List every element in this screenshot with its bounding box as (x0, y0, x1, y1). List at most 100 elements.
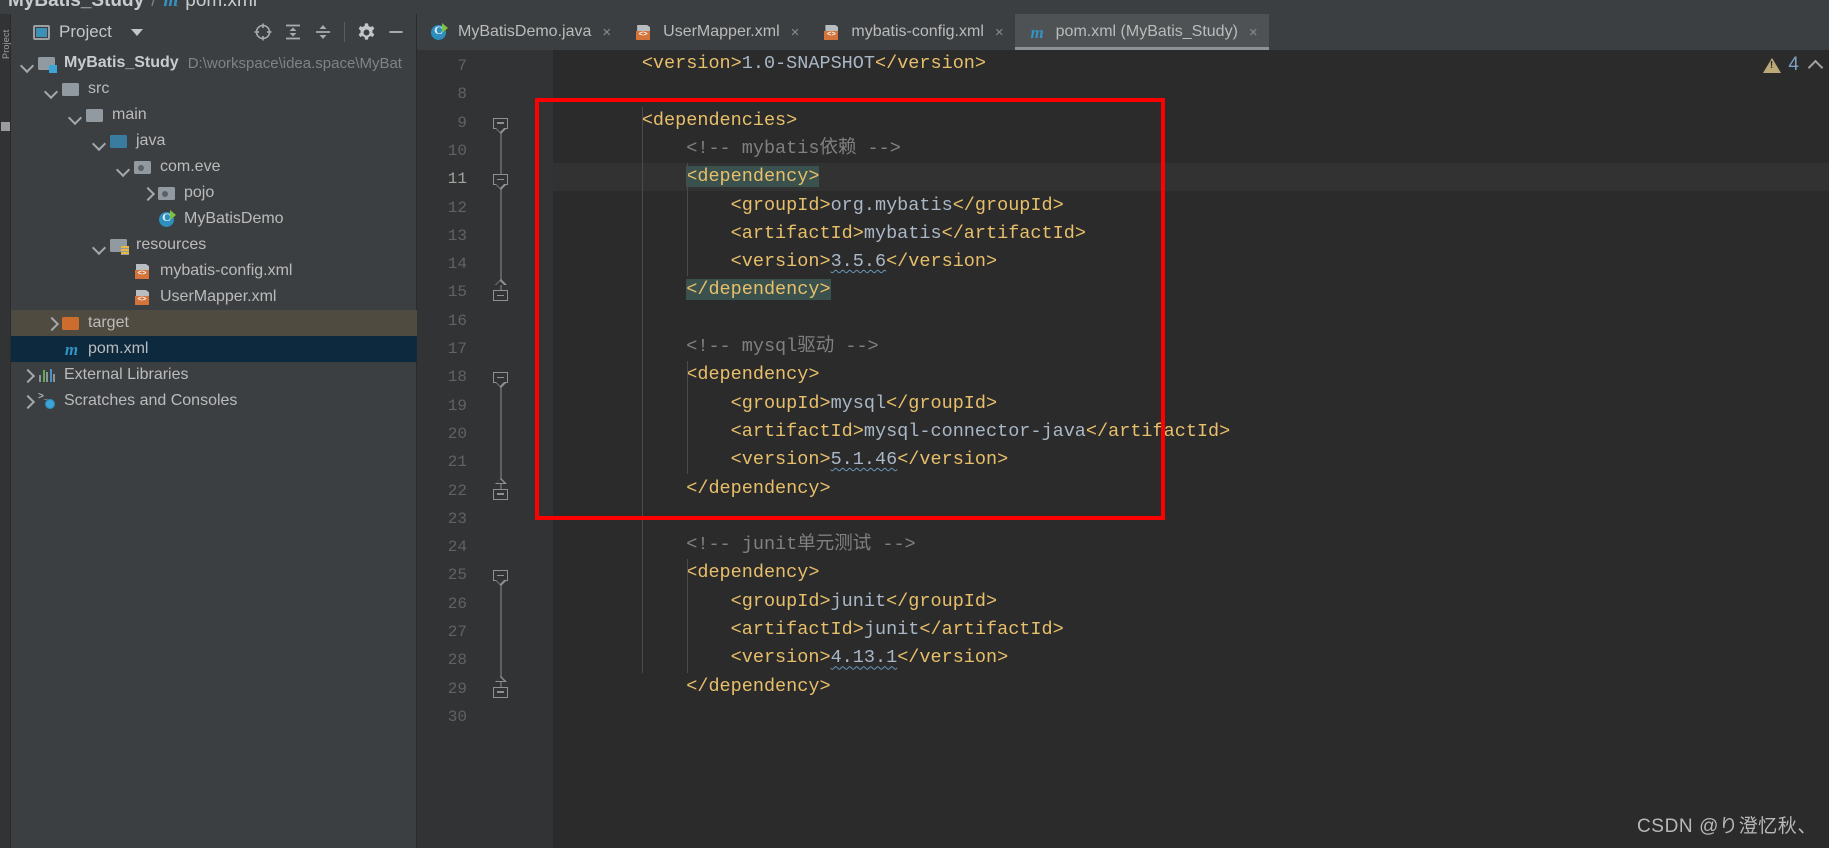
toolbar-divider (344, 22, 345, 42)
chevron-right-icon[interactable] (20, 368, 35, 383)
tree-node-src[interactable]: src (11, 76, 417, 102)
editor-tab-mybatis-config-xml[interactable]: mybatis-config.xml × (810, 14, 1014, 50)
folder-gray-icon (85, 107, 105, 124)
close-icon[interactable]: × (791, 25, 800, 40)
code-line[interactable]: <dependency> (553, 163, 1829, 192)
tree-node-scratches-and-consoles[interactable]: Scratches and Consoles (11, 388, 417, 414)
code-token: mybatis (863, 222, 942, 244)
fold-down-icon[interactable] (493, 174, 509, 191)
code-line[interactable]: <artifactId>mybatis</artifactId> (553, 220, 1829, 248)
close-icon[interactable]: × (602, 25, 611, 40)
select-opened-file-icon[interactable] (248, 17, 278, 47)
tree-node-main[interactable]: main (11, 102, 417, 128)
line-number: 9 (457, 113, 467, 132)
settings-gear-icon[interactable] (351, 17, 381, 47)
chevron-right-icon[interactable] (140, 186, 155, 201)
code-line[interactable]: <groupId>org.mybatis</groupId> (553, 192, 1829, 220)
tree-node-external-libraries[interactable]: External Libraries (11, 362, 417, 388)
code-line[interactable]: <version>3.5.6</version> (553, 248, 1829, 276)
code-line[interactable]: <!-- mybatis依赖 --> (553, 135, 1829, 163)
fold-down-icon[interactable] (493, 372, 509, 389)
code-line[interactable]: <artifactId>mysql-connector-java</artifa… (553, 418, 1829, 446)
tree-node-target[interactable]: target (11, 310, 417, 336)
code-line[interactable]: <!-- mysql驱动 --> (553, 333, 1829, 361)
breadcrumb-file[interactable]: pom.xml (185, 0, 257, 12)
code-line[interactable]: <groupId>mysql</groupId> (553, 390, 1829, 418)
code-line[interactable]: <version>1.0-SNAPSHOT</version> (553, 50, 1829, 78)
code-line[interactable]: <version>4.13.1</version> (553, 644, 1829, 672)
line-number: 10 (447, 141, 467, 160)
project-tool-window: Project MyBatis_Study D:\workspace\idea.… (11, 14, 417, 848)
tree-node-pom-xml[interactable]: m pom.xml (11, 336, 417, 362)
code-line[interactable] (553, 701, 1829, 729)
code-line[interactable]: </dependency> (553, 276, 1829, 304)
fold-down-icon[interactable] (493, 117, 509, 134)
editor-tab-pom-xml-mybatis-study[interactable]: m pom.xml (MyBatis_Study) × (1014, 14, 1269, 50)
line-number: 25 (447, 566, 467, 585)
project-window-icon (33, 24, 50, 40)
expand-all-icon[interactable] (278, 17, 308, 47)
code-line[interactable]: </dependency> (553, 475, 1829, 503)
code-token: </dependency> (686, 675, 831, 697)
fold-up-icon[interactable] (493, 477, 509, 500)
tree-node-usermapper-xml[interactable]: UserMapper.xml (11, 284, 417, 310)
editor-tab-label: UserMapper.xml (663, 23, 780, 40)
tree-node-label: pom.xml (88, 340, 149, 357)
project-toolbar: Project (11, 14, 417, 50)
tree-node-java[interactable]: java (11, 128, 417, 154)
close-icon[interactable]: × (1249, 25, 1258, 40)
chevron-up-icon[interactable] (1807, 59, 1824, 75)
tree-node-com-eve[interactable]: com.eve (11, 154, 417, 180)
chevron-right-icon[interactable] (44, 316, 59, 331)
code-line[interactable]: <artifactId>junit</artifactId> (553, 616, 1829, 644)
code-line[interactable] (553, 305, 1829, 333)
fold-up-icon[interactable] (493, 279, 509, 302)
breadcrumb-project[interactable]: MyBatis_Study (8, 0, 144, 12)
xml-file-icon (133, 263, 153, 280)
tool-window-rail: Project (0, 14, 11, 848)
tree-node-mybatisdemo[interactable]: MyBatisDemo (11, 206, 417, 232)
code-line[interactable]: <dependency> (553, 361, 1829, 389)
tree-node-pojo[interactable]: pojo (11, 180, 417, 206)
fold-up-icon[interactable] (493, 675, 509, 698)
tree-node-resources[interactable]: resources (11, 232, 417, 258)
breadcrumb-separator: / (151, 0, 157, 11)
close-icon[interactable]: × (995, 25, 1004, 40)
code-line[interactable] (553, 503, 1829, 531)
code-line[interactable] (553, 78, 1829, 106)
editor-tab-label: pom.xml (MyBatis_Study) (1055, 23, 1238, 40)
hide-panel-icon[interactable] (381, 17, 411, 47)
code-line[interactable]: <groupId>junit</groupId> (553, 588, 1829, 616)
collapse-all-icon[interactable] (308, 17, 338, 47)
editor-tab-mybatisdemo-java[interactable]: MyBatisDemo.java × (417, 14, 622, 50)
fold-down-icon[interactable] (493, 570, 509, 587)
tree-node-mybatis-config-xml[interactable]: mybatis-config.xml (11, 258, 417, 284)
structure-square-icon[interactable] (1, 122, 10, 131)
editor-gutter[interactable]: 7 8 9 10 11 12 13 14 15 16 17 18 19 20 21 22 23 24 25 26 27 2… (417, 50, 553, 848)
chevron-down-icon[interactable] (68, 108, 83, 123)
code-line[interactable]: </dependency> (553, 673, 1829, 701)
chevron-down-icon[interactable] (44, 82, 59, 97)
chevron-down-icon[interactable] (20, 56, 35, 71)
project-panel-title[interactable]: Project (59, 22, 112, 42)
code-content[interactable]: <version>1.0-SNAPSHOT</version> <depende… (553, 50, 1829, 848)
chevron-down-icon[interactable] (92, 134, 107, 149)
code-line[interactable]: <dependency> (553, 559, 1829, 587)
tree-node-label: resources (136, 236, 207, 253)
code-line[interactable]: <version>5.1.46</version> (553, 446, 1829, 474)
chevron-down-icon[interactable] (92, 238, 107, 253)
tree-node-mybatis-study[interactable]: MyBatis_Study D:\workspace\idea.space\MyB… (11, 50, 417, 76)
chevron-right-icon[interactable] (20, 394, 35, 409)
code-line[interactable]: <!-- junit单元测试 --> (553, 531, 1829, 559)
code-token: <artifactId> (730, 420, 864, 442)
rail-project-label[interactable]: Project (1, 23, 11, 59)
tree-node-label: java (136, 132, 166, 149)
editor-tab-usermapper-xml[interactable]: UserMapper.xml × (622, 14, 810, 50)
chevron-down-icon[interactable] (116, 160, 131, 175)
code-line[interactable]: <dependencies> (553, 107, 1829, 135)
code-token: mysql (830, 392, 887, 414)
chevron-down-icon[interactable] (130, 28, 143, 36)
inspection-widget[interactable]: 4 (1763, 54, 1824, 76)
